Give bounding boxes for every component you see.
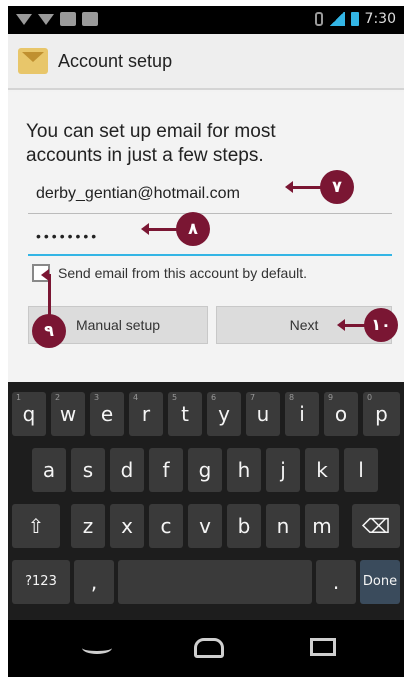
- key-label: u: [256, 402, 270, 426]
- key-label: i: [299, 402, 305, 426]
- system-icons: 7:30: [314, 11, 396, 27]
- keyboard-row-2: a s d f g h j k l: [8, 448, 404, 498]
- soft-keyboard: 1q 2w 3e 4r 5t 6y 7u 8i 9o 0p a s d f g …: [8, 382, 404, 620]
- key-g[interactable]: g: [188, 448, 222, 492]
- page-title: Account setup: [58, 51, 173, 71]
- key-number-hint: 0: [367, 393, 373, 402]
- key-v[interactable]: v: [188, 504, 222, 548]
- key-j[interactable]: j: [266, 448, 300, 492]
- key-label: p: [375, 402, 388, 426]
- key-t[interactable]: 5t: [168, 392, 202, 436]
- key-number-hint: 6: [211, 393, 217, 402]
- gallery-icon: [60, 12, 76, 26]
- key-label: o: [334, 402, 348, 426]
- key-label: r: [141, 402, 151, 426]
- key-y[interactable]: 6y: [207, 392, 241, 436]
- callout-arrow-checkbox: [41, 269, 51, 318]
- key-label: w: [59, 402, 77, 426]
- status-bar: 7:30: [8, 6, 404, 34]
- key-q[interactable]: 1q: [12, 392, 46, 436]
- key-x[interactable]: x: [110, 504, 144, 548]
- wifi-signal-icon: [328, 12, 345, 26]
- action-bar: Account setup: [8, 34, 404, 90]
- key-b[interactable]: b: [227, 504, 261, 548]
- key-label: t: [181, 402, 189, 426]
- keyboard-row-4: ?123 , . Done: [8, 560, 404, 610]
- key-k[interactable]: k: [305, 448, 339, 492]
- callout-next: ١٠: [364, 308, 398, 342]
- callout-arrow-next: [337, 319, 366, 331]
- period-key[interactable]: .: [316, 560, 356, 604]
- notification-icon: [16, 12, 32, 26]
- key-number-hint: 7: [250, 393, 256, 402]
- key-w[interactable]: 2w: [51, 392, 85, 436]
- key-label: q: [22, 402, 36, 426]
- bluetooth-icon: [314, 12, 323, 26]
- password-field[interactable]: [28, 220, 392, 252]
- home-icon[interactable]: [194, 638, 224, 658]
- key-h[interactable]: h: [227, 448, 261, 492]
- key-u[interactable]: 7u: [246, 392, 280, 436]
- key-s[interactable]: s: [71, 448, 105, 492]
- key-o[interactable]: 9o: [324, 392, 358, 436]
- space-key[interactable]: [118, 560, 312, 604]
- key-r[interactable]: 4r: [129, 392, 163, 436]
- battery-icon: [350, 12, 359, 26]
- key-number-hint: 9: [328, 393, 334, 402]
- key-e[interactable]: 3e: [90, 392, 124, 436]
- callout-arrow-email: [285, 181, 322, 193]
- key-number-hint: 5: [172, 393, 178, 402]
- keyboard-row-3: ⇧ z x c v b n m ⌫: [8, 504, 404, 554]
- back-icon[interactable]: [82, 642, 112, 654]
- key-i[interactable]: 8i: [285, 392, 319, 436]
- key-label: y: [218, 402, 230, 426]
- done-key[interactable]: Done: [360, 560, 400, 604]
- key-number-hint: 2: [55, 393, 61, 402]
- notification-icons: [16, 12, 98, 26]
- key-c[interactable]: c: [149, 504, 183, 548]
- key-p[interactable]: 0p: [363, 392, 400, 436]
- status-time: 7:30: [364, 11, 396, 27]
- key-n[interactable]: n: [266, 504, 300, 548]
- key-m[interactable]: m: [305, 504, 339, 548]
- phone-screen: 7:30 Account setup You can set up email …: [8, 6, 404, 677]
- shift-key[interactable]: ⇧: [12, 504, 60, 548]
- intro-text: You can set up email for most accounts i…: [26, 121, 276, 166]
- key-l[interactable]: l: [344, 448, 378, 492]
- key-number-hint: 1: [16, 393, 22, 402]
- delete-key[interactable]: ⌫: [352, 504, 400, 548]
- key-z[interactable]: z: [71, 504, 105, 548]
- key-f[interactable]: f: [149, 448, 183, 492]
- callout-email: ٧: [320, 170, 354, 204]
- notification-icon: [38, 12, 54, 26]
- symbols-key[interactable]: ?123: [12, 560, 70, 604]
- default-account-row: Send email from this account by default.: [32, 264, 307, 282]
- comma-key[interactable]: ,: [74, 560, 114, 604]
- password-field-wrapper: [28, 220, 392, 256]
- chat-icon: [82, 12, 98, 26]
- default-account-label: Send email from this account by default.: [58, 265, 308, 281]
- keyboard-row-1: 1q 2w 3e 4r 5t 6y 7u 8i 9o 0p: [8, 392, 404, 442]
- key-d[interactable]: d: [110, 448, 144, 492]
- callout-checkbox: ٩: [32, 314, 66, 348]
- email-app-icon: [18, 48, 48, 74]
- key-number-hint: 8: [289, 393, 295, 402]
- key-number-hint: 3: [94, 393, 100, 402]
- callout-password: ٨: [176, 212, 210, 246]
- key-label: e: [100, 402, 114, 426]
- key-a[interactable]: a: [32, 448, 66, 492]
- navigation-bar: [8, 620, 404, 677]
- recent-apps-icon[interactable]: [310, 638, 336, 656]
- key-number-hint: 4: [133, 393, 139, 402]
